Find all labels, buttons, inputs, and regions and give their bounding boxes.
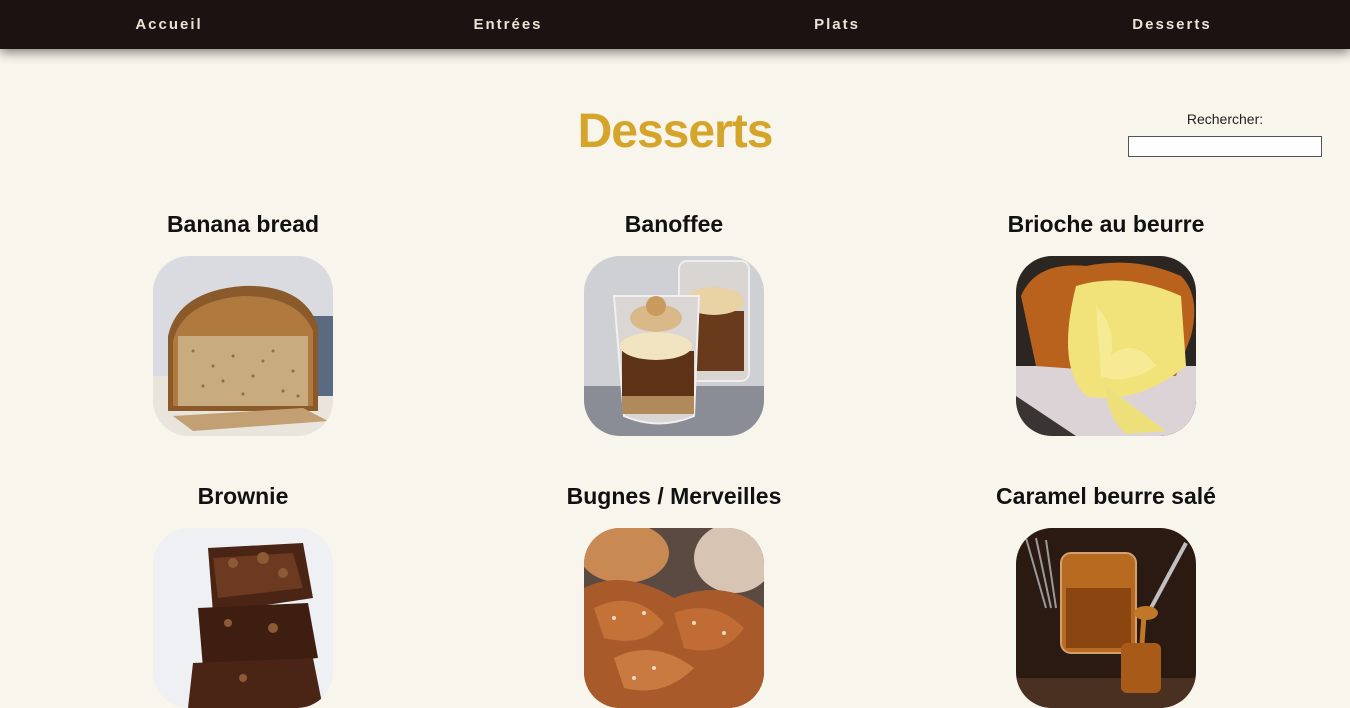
brownie-image[interactable]: [153, 528, 333, 708]
recipe-card-brioche[interactable]: Brioche au beurre: [906, 211, 1306, 436]
recipe-card-caramel[interactable]: Caramel beurre salé: [906, 483, 1306, 708]
top-navbar: Accueil Entrées Plats Desserts: [0, 0, 1350, 49]
bugnes-image[interactable]: [584, 528, 764, 708]
recipe-title[interactable]: Banoffee: [474, 211, 874, 237]
recipe-card-banana-bread[interactable]: Banana bread: [43, 211, 443, 436]
recipe-card-brownie[interactable]: Brownie: [43, 483, 443, 708]
recipe-title[interactable]: Banana bread: [43, 211, 443, 237]
recipe-grid: Banana bread Banoffee Brioche au beurre …: [0, 0, 1350, 708]
recipe-card-bugnes[interactable]: Bugnes / Merveilles: [474, 483, 874, 708]
nav-link-accueil[interactable]: Accueil: [135, 0, 202, 49]
recipe-title[interactable]: Bugnes / Merveilles: [474, 483, 874, 509]
banana-bread-image[interactable]: [153, 256, 333, 436]
brioche-image[interactable]: [1016, 256, 1196, 436]
recipe-card-banoffee[interactable]: Banoffee: [474, 211, 874, 436]
nav-link-desserts[interactable]: Desserts: [1132, 0, 1211, 49]
recipe-title[interactable]: Caramel beurre salé: [906, 483, 1306, 509]
banoffee-image[interactable]: [584, 256, 764, 436]
nav-link-plats[interactable]: Plats: [814, 0, 860, 49]
recipe-title[interactable]: Brownie: [43, 483, 443, 509]
recipe-title[interactable]: Brioche au beurre: [906, 211, 1306, 237]
caramel-image[interactable]: [1016, 528, 1196, 708]
nav-link-entrees[interactable]: Entrées: [473, 0, 542, 49]
